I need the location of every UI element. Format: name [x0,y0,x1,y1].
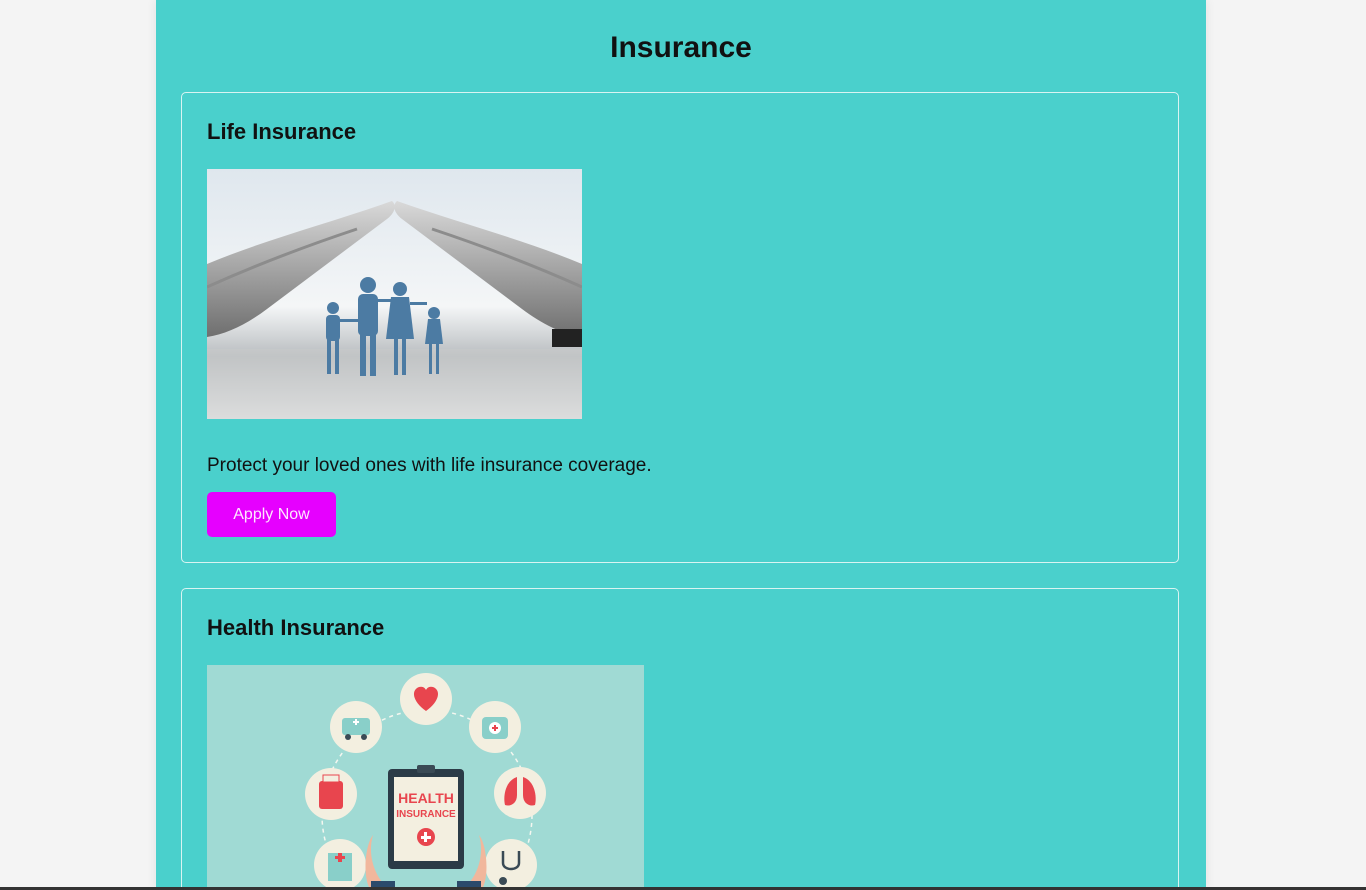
clipboard-title-line-2: INSURANCE [396,809,456,820]
family-protection-illustration [207,169,582,419]
card-title: Life Insurance [207,119,357,144]
health-insurance-illustration: HEALTH INSURANCE [207,665,644,890]
lungs-icon [494,767,546,819]
first-aid-kit-icon [469,701,521,753]
clipboard-title-line-1: HEALTH [398,790,454,806]
page-title: Insurance [610,31,752,64]
card-title: Health Insurance [207,615,385,640]
medicine-bottle-icon [305,768,357,820]
clipboard-icon: HEALTH INSURANCE [388,765,464,869]
life-insurance-image [207,169,582,419]
apply-now-button[interactable]: Apply Now [207,492,336,537]
insurance-page: Insurance Life Insurance Protect your lo… [156,0,1206,890]
heart-icon [400,673,452,725]
health-insurance-image: HEALTH INSURANCE [207,665,644,890]
life-insurance-card: Life Insurance Protect your loved ones w… [181,92,1179,563]
ambulance-icon [330,701,382,753]
card-description: Protect your loved ones with life insura… [207,455,652,476]
stethoscope-icon [485,839,537,890]
health-insurance-card: Health Insurance HEALTH INSURANCE [181,588,1179,890]
hospital-icon [314,839,366,890]
